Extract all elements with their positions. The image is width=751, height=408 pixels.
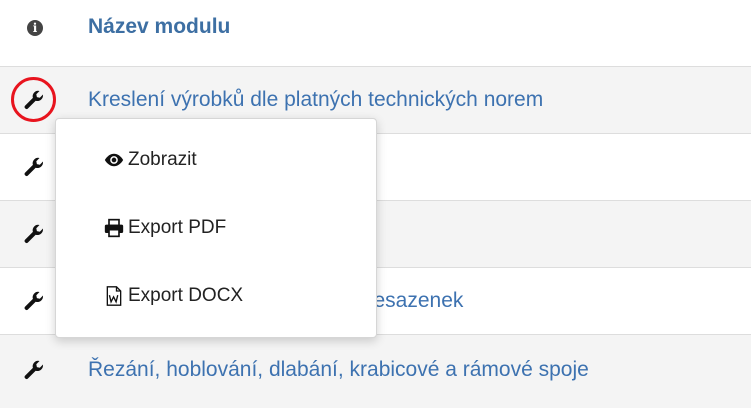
- module-link[interactable]: sesazenek: [363, 289, 463, 313]
- highlight-circle: [11, 77, 56, 122]
- module-link[interactable]: Kreslení výrobků dle platných technickýc…: [88, 88, 543, 112]
- column-title: Název modulu: [88, 15, 231, 38]
- table-header: i Název modulu: [0, 0, 751, 57]
- wrench-icon[interactable]: [22, 291, 46, 315]
- table-row: Řezání, hoblování, dlabání, krabicové a …: [0, 334, 751, 408]
- wrench-icon[interactable]: [22, 157, 46, 181]
- eye-icon: [104, 153, 124, 167]
- menu-item-export-docx[interactable]: Export DOCX: [56, 271, 376, 321]
- menu-item-label: Export PDF: [128, 217, 227, 238]
- menu-item-view[interactable]: Zobrazit: [56, 135, 376, 185]
- menu-item-label: Zobrazit: [128, 149, 197, 170]
- word-file-icon: [106, 286, 122, 306]
- wrench-icon[interactable]: [22, 224, 46, 248]
- info-icon: i: [27, 20, 43, 36]
- module-link[interactable]: Řezání, hoblování, dlabání, krabicové a …: [88, 358, 589, 382]
- menu-item-label: Export DOCX: [128, 285, 244, 306]
- actions-dropdown-menu: Zobrazit Export PDF Export DOCX: [55, 118, 377, 338]
- wrench-icon[interactable]: [22, 360, 46, 384]
- printer-icon: [104, 218, 124, 238]
- menu-item-export-pdf[interactable]: Export PDF: [56, 203, 376, 253]
